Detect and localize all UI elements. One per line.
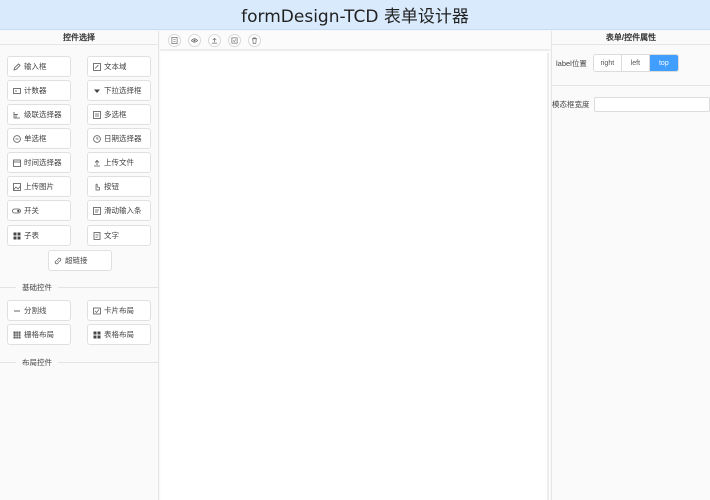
grid-icon: [12, 231, 21, 240]
control-label: 多选框: [104, 110, 127, 119]
section-label: 基础控件: [22, 282, 52, 292]
control-label: 上传文件: [104, 158, 134, 167]
textarea-icon: [92, 62, 101, 71]
divider-line: [58, 361, 159, 363]
control-label: 级联选择器: [24, 110, 62, 119]
control-label: 子表: [24, 231, 39, 240]
section-label: 布局控件: [22, 357, 52, 367]
label-position-row: label位置 right left top: [556, 54, 679, 72]
properties-title: 表单/控件属性: [552, 31, 710, 45]
form-drop-area[interactable]: [161, 53, 549, 500]
image-icon: [12, 182, 21, 191]
control-switch[interactable]: 开关: [7, 200, 71, 221]
control-label: 文本域: [104, 62, 127, 71]
control-label: 单选框: [24, 134, 47, 143]
divider-line: [0, 286, 16, 288]
control-label: 表格布局: [104, 330, 134, 339]
divider-icon: [12, 306, 21, 315]
app-header: formDesign-TCD 表单设计器: [0, 0, 710, 30]
control-label: 栅格布局: [24, 330, 54, 339]
table-grid-icon: [12, 330, 21, 339]
section-basic-controls: 基础控件: [0, 282, 159, 292]
control-select[interactable]: 下拉选择框: [87, 80, 151, 101]
modal-width-input[interactable]: [593, 97, 710, 112]
clock-icon: [12, 158, 21, 167]
export-icon[interactable]: [228, 33, 241, 47]
divider-line: [58, 286, 159, 288]
modal-width-label: 模态框宽度: [552, 100, 590, 109]
control-label: 计数器: [24, 86, 47, 95]
link-icon: [53, 256, 62, 265]
canvas-toolbar: [160, 31, 550, 51]
control-label: 日期选择器: [104, 134, 142, 143]
control-label: 滑动输入条: [104, 206, 142, 215]
grid-icon: [92, 330, 101, 339]
control-label: 输入框: [24, 62, 47, 71]
control-card-layout[interactable]: 卡片布局: [87, 300, 151, 321]
delete-icon[interactable]: [248, 33, 261, 47]
control-cascader[interactable]: 级联选择器: [7, 104, 71, 125]
label-position-top[interactable]: top: [649, 55, 678, 71]
app-title: formDesign-TCD 表单设计器: [241, 7, 469, 27]
calendar-icon: [92, 134, 101, 143]
control-button[interactable]: 按钮: [87, 176, 151, 197]
control-table-layout[interactable]: 表格布局: [87, 324, 151, 345]
slider-icon: [92, 206, 101, 215]
form-canvas: [160, 31, 550, 500]
label-position-right[interactable]: right: [593, 55, 622, 71]
control-hyperlink[interactable]: 超链接: [48, 250, 112, 271]
card-icon: [92, 306, 101, 315]
control-slider[interactable]: 滑动输入条: [87, 200, 151, 221]
section-layout-controls: 布局控件: [0, 357, 159, 367]
control-textarea[interactable]: 文本域: [87, 56, 151, 77]
control-label: 卡片布局: [104, 306, 134, 315]
import-icon[interactable]: [208, 33, 221, 47]
control-input[interactable]: 输入框: [7, 56, 71, 77]
control-divider[interactable]: 分割线: [7, 300, 71, 321]
divider-line: [552, 85, 710, 86]
control-text[interactable]: 文字: [87, 225, 151, 246]
pointer-icon: [92, 182, 101, 191]
control-label: 时间选择器: [24, 158, 62, 167]
control-label: 下拉选择框: [104, 86, 142, 95]
control-counter[interactable]: 计数器: [7, 80, 71, 101]
control-checkbox[interactable]: 多选框: [87, 104, 151, 125]
control-date-picker[interactable]: 日期选择器: [87, 128, 151, 149]
control-label: 开关: [24, 206, 39, 215]
palette-title: 控件选择: [0, 31, 158, 45]
control-label: 分割线: [24, 306, 47, 315]
control-label: 文字: [104, 231, 119, 240]
divider-line: [0, 361, 16, 363]
edit-icon: [12, 62, 21, 71]
label-position-label: label位置: [556, 58, 587, 68]
eye-icon[interactable]: [188, 33, 201, 47]
properties-panel: 表单/控件属性 label位置 right left top 模态框宽度: [551, 31, 710, 500]
control-label: 上传图片: [24, 182, 54, 191]
control-label: 超链接: [65, 256, 88, 265]
text-icon: [92, 231, 101, 240]
radio-icon: [12, 134, 21, 143]
control-radio[interactable]: 单选框: [7, 128, 71, 149]
upload-icon: [92, 158, 101, 167]
control-subtable[interactable]: 子表: [7, 225, 71, 246]
modal-width-row: 模态框宽度: [552, 97, 710, 112]
checkbox-icon: [92, 110, 101, 119]
control-upload-image[interactable]: 上传图片: [7, 176, 71, 197]
caret-down-icon: [92, 86, 101, 95]
label-position-toggle: right left top: [592, 54, 679, 72]
counter-icon: [12, 86, 21, 95]
control-upload-file[interactable]: 上传文件: [87, 152, 151, 173]
preview-form-icon[interactable]: [168, 33, 181, 47]
label-position-left[interactable]: left: [621, 55, 650, 71]
control-grid-layout[interactable]: 栅格布局: [7, 324, 71, 345]
control-palette: 控件选择 输入框 文本域 计数器 下拉选择框 级联选择器 多选框 单选框 日期选…: [0, 31, 159, 500]
control-time-picker[interactable]: 时间选择器: [7, 152, 71, 173]
control-label: 按钮: [104, 182, 119, 191]
switch-icon: [12, 206, 21, 215]
cascade-icon: [12, 110, 21, 119]
